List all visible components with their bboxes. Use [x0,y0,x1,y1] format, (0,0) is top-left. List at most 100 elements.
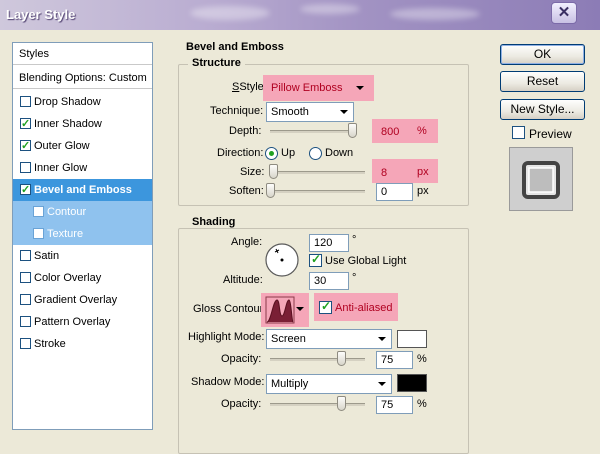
style-select[interactable]: Pillow Emboss [266,78,370,97]
style-item-checkbox[interactable] [20,250,31,261]
soften-slider[interactable] [266,182,365,200]
new-style-button[interactable]: New Style... [500,99,585,120]
style-item-checkbox[interactable] [20,96,31,107]
highlight-mode-select[interactable]: Screen [266,329,392,349]
style-item-label: Gradient Overlay [34,294,118,306]
style-item[interactable]: Drop Shadow [13,91,152,113]
style-item[interactable]: Inner Shadow [13,113,152,135]
close-button[interactable]: ✕ [551,2,577,24]
style-item-label: Texture [47,228,84,240]
soften-unit: px [417,185,429,197]
direction-down-radio[interactable] [309,147,322,160]
highlight-opacity-input[interactable]: 75 [376,351,413,369]
slider-thumb[interactable] [347,123,357,138]
ok-button[interactable]: OK [500,44,585,65]
depth-label: Depth: [229,125,262,137]
shading-legend: Shading [188,216,240,228]
technique-label: Technique: [210,105,264,117]
style-item[interactable]: Contour [13,201,152,223]
size-slider[interactable] [268,163,365,181]
preview-checkbox[interactable] [512,126,525,139]
reset-button[interactable]: Reset [500,71,585,92]
contour-curve-icon [265,296,295,324]
direction-up-label: Up [281,147,296,159]
style-item-checkbox[interactable] [20,162,31,173]
style-item[interactable]: Outer Glow [13,135,152,157]
soften-input[interactable]: 0 [376,183,413,201]
style-item-label: Outer Glow [34,140,90,152]
style-item[interactable]: Bevel and Emboss [13,179,152,201]
technique-value: Smooth [271,106,309,118]
style-value: Pillow Emboss [271,82,343,94]
chevron-down-icon [353,81,367,95]
shadow-opacity-unit: % [417,398,427,410]
slider-thumb[interactable] [268,164,278,179]
angle-label: Angle: [231,236,263,248]
style-item[interactable]: Color Overlay [13,267,152,289]
style-item-checkbox[interactable] [20,113,31,135]
style-item-checkbox[interactable] [33,228,44,239]
blending-options[interactable]: Blending Options: Custom [13,67,152,89]
style-item-label: Inner Glow [34,162,88,174]
style-item[interactable]: Stroke [13,333,152,355]
style-item-label: Inner Shadow [34,118,102,130]
depth-input[interactable]: 800 [376,123,413,141]
depth-slider[interactable] [270,122,357,140]
style-item-label: Pattern Overlay [34,316,111,328]
style-item[interactable]: Inner Glow [13,157,152,179]
style-item-label: Bevel and Emboss [34,184,132,196]
slider-thumb[interactable] [337,396,347,411]
chevron-down-icon [375,332,389,346]
style-item-checkbox[interactable] [20,179,31,201]
anti-aliased-checkbox[interactable] [319,299,332,314]
close-icon: ✕ [557,4,571,21]
highlight-color-swatch[interactable] [397,330,427,348]
window-title: Layer Style [6,7,76,22]
structure-legend: Structure [188,57,245,69]
style-item[interactable]: Gradient Overlay [13,289,152,311]
soften-label: Soften: [229,185,264,197]
angle-dial-icon [265,243,299,277]
style-item-checkbox[interactable] [20,316,31,327]
shadow-color-swatch[interactable] [397,374,427,392]
slider-thumb[interactable] [337,351,347,366]
altitude-input[interactable]: 30 [309,272,349,290]
style-item[interactable]: Pattern Overlay [13,311,152,333]
highlight-opacity-unit: % [417,353,427,365]
altitude-label: Altitude: [223,274,263,286]
shadow-mode-label: Shadow Mode: [191,376,265,388]
style-item[interactable]: Texture [13,223,152,245]
shadow-opacity-input[interactable]: 75 [376,396,413,414]
style-item-checkbox[interactable] [20,338,31,349]
style-item-label: Color Overlay [34,272,102,284]
gloss-contour-picker[interactable] [265,296,306,324]
style-item-checkbox[interactable] [20,272,31,283]
chevron-down-icon [337,105,351,119]
title-bar: Layer Style ✕ [0,0,600,30]
highlight-mode-value: Screen [271,333,306,345]
depth-unit: % [417,125,427,137]
angle-dial[interactable] [264,242,300,278]
highlight-opacity-slider[interactable] [270,350,365,368]
style-item-checkbox[interactable] [33,206,44,217]
shadow-opacity-slider[interactable] [270,395,365,413]
altitude-unit: ° [352,272,357,284]
slider-thumb[interactable] [266,183,275,198]
global-light-checkbox[interactable] [309,252,322,267]
technique-select[interactable]: Smooth [266,102,354,122]
styles-list: Styles Blending Options: Custom Drop Sha… [12,42,153,430]
style-item[interactable]: Satin [13,245,152,267]
style-item-label: Contour [47,206,87,218]
bevel-preview-icon [522,161,560,199]
direction-down-label: Down [325,147,354,159]
global-light-label: Use Global Light [325,255,407,267]
shadow-mode-value: Multiply [271,378,309,390]
angle-input[interactable]: 120 [309,234,349,252]
direction-up-radio[interactable] [265,147,278,160]
style-item-checkbox[interactable] [20,135,31,157]
styles-header[interactable]: Styles [13,43,152,65]
style-item-checkbox[interactable] [20,294,31,305]
shadow-mode-select[interactable]: Multiply [266,374,392,394]
preview-label: Preview [529,127,572,141]
size-input[interactable]: 8 [376,164,413,182]
